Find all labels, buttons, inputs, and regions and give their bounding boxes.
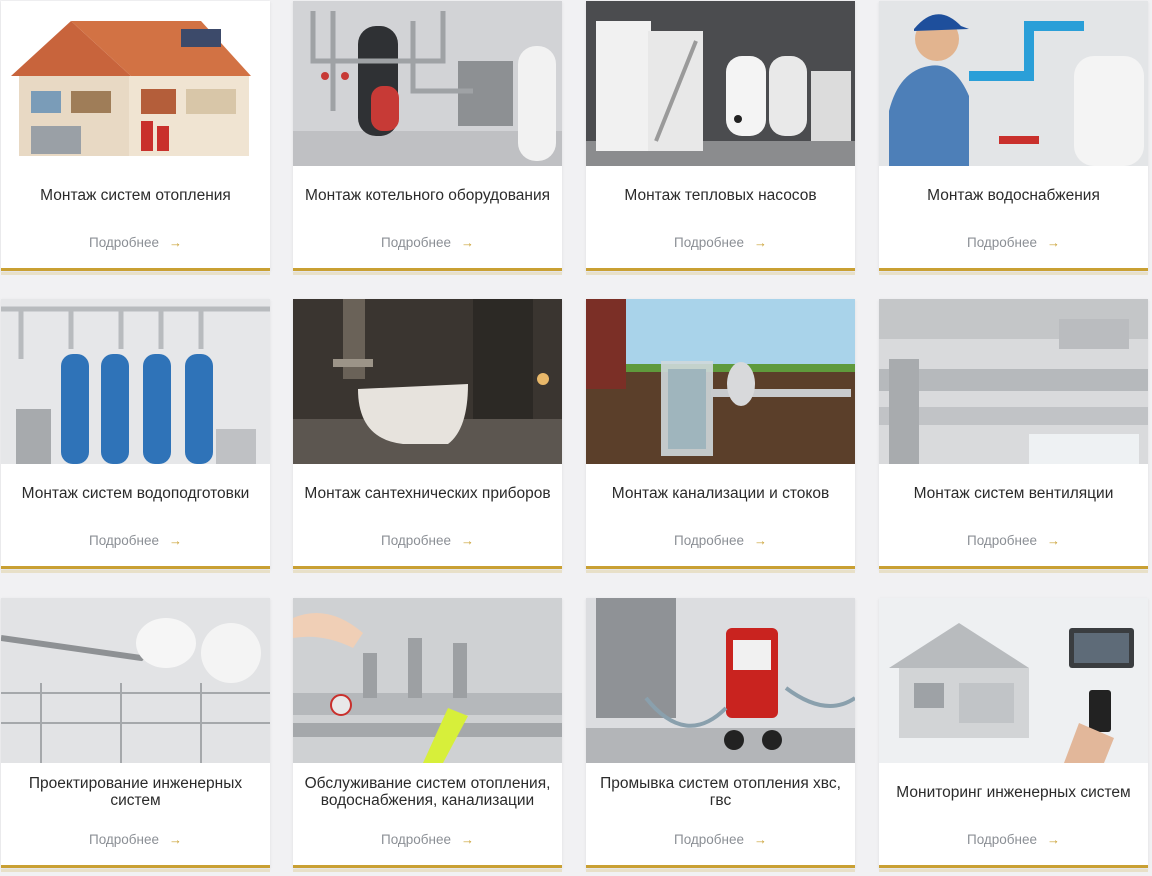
manifold-image xyxy=(293,598,562,763)
arrow-right-icon: → xyxy=(1047,532,1060,548)
heat-pump-room-image xyxy=(586,1,855,166)
service-card-water-supply[interactable]: Монтаж водоснабжения Подробнее → xyxy=(879,1,1148,275)
arrow-right-icon: → xyxy=(169,234,182,250)
arrow-right-icon: → xyxy=(461,234,474,250)
service-card-maintenance[interactable]: Обслуживание систем отопления, водоснабж… xyxy=(293,598,562,872)
service-card-sanitary[interactable]: Монтаж сантехнических приборов Подробнее… xyxy=(293,299,562,573)
flushing-machine-image xyxy=(586,598,855,763)
card-title: Мониторинг инженерных систем xyxy=(896,783,1131,801)
card-title: Монтаж тепловых насосов xyxy=(624,186,817,204)
card-title: Промывка систем отопления хвс, гвс xyxy=(600,775,841,809)
arrow-right-icon: → xyxy=(754,532,767,548)
arrow-right-icon: → xyxy=(169,532,182,548)
service-card-ventilation[interactable]: Монтаж систем вентиляции Подробнее → xyxy=(879,299,1148,573)
card-title: Монтаж водоснабжения xyxy=(927,186,1100,204)
more-link[interactable]: Подробнее → xyxy=(879,830,1148,848)
arrow-right-icon: → xyxy=(461,831,474,847)
more-link[interactable]: Подробнее → xyxy=(293,830,562,848)
house-heating-image xyxy=(1,1,270,166)
ventilation-image xyxy=(879,299,1148,464)
service-card-water-treatment[interactable]: Монтаж систем водоподготовки Подробнее → xyxy=(1,299,270,573)
more-link[interactable]: Подробнее → xyxy=(1,233,270,251)
card-title: Монтаж систем вентиляции xyxy=(913,484,1114,502)
service-card-design[interactable]: Проектирование инженерных систем Подробн… xyxy=(1,598,270,872)
service-card-flushing[interactable]: Промывка систем отопления хвс, гвс Подро… xyxy=(586,598,855,872)
more-link[interactable]: Подробнее → xyxy=(1,830,270,848)
card-title: Монтаж канализации и стоков xyxy=(611,484,830,502)
arrow-right-icon: → xyxy=(1047,234,1060,250)
card-title: Монтаж котельного оборудования xyxy=(304,186,551,204)
card-title: Монтаж систем водоподготовки xyxy=(21,484,250,502)
more-link[interactable]: Подробнее → xyxy=(586,233,855,251)
arrow-right-icon: → xyxy=(169,831,182,847)
more-link[interactable]: Подробнее → xyxy=(879,531,1148,549)
blueprints-image xyxy=(1,598,270,763)
bathroom-image xyxy=(293,299,562,464)
card-title: Монтаж систем отопления xyxy=(40,186,231,204)
smart-home-image xyxy=(879,598,1148,763)
more-link[interactable]: Подробнее → xyxy=(879,233,1148,251)
service-card-heating[interactable]: Монтаж систем отопления Подробнее → xyxy=(1,1,270,275)
arrow-right-icon: → xyxy=(461,532,474,548)
arrow-right-icon: → xyxy=(754,831,767,847)
card-title: Обслуживание систем отопления, водоснабж… xyxy=(304,775,551,809)
water-filters-image xyxy=(1,299,270,464)
arrow-right-icon: → xyxy=(1047,831,1060,847)
more-link[interactable]: Подробнее → xyxy=(586,830,855,848)
more-link[interactable]: Подробнее → xyxy=(293,531,562,549)
service-card-monitoring[interactable]: Мониторинг инженерных систем Подробнее → xyxy=(879,598,1148,872)
card-title: Монтаж сантехнических приборов xyxy=(304,484,551,502)
boiler-equipment-image xyxy=(293,1,562,166)
more-link[interactable]: Подробнее → xyxy=(586,531,855,549)
more-link[interactable]: Подробнее → xyxy=(293,233,562,251)
septic-tank-image xyxy=(586,299,855,464)
plumber-image xyxy=(879,1,1148,166)
more-link[interactable]: Подробнее → xyxy=(1,531,270,549)
service-card-boiler[interactable]: Монтаж котельного оборудования Подробнее… xyxy=(293,1,562,275)
services-grid: Монтаж систем отопления Подробнее → Монта… xyxy=(0,0,1152,876)
service-card-sewerage[interactable]: Монтаж канализации и стоков Подробнее → xyxy=(586,299,855,573)
card-title: Проектирование инженерных систем xyxy=(28,775,243,809)
arrow-right-icon: → xyxy=(754,234,767,250)
service-card-heat-pumps[interactable]: Монтаж тепловых насосов Подробнее → xyxy=(586,1,855,275)
